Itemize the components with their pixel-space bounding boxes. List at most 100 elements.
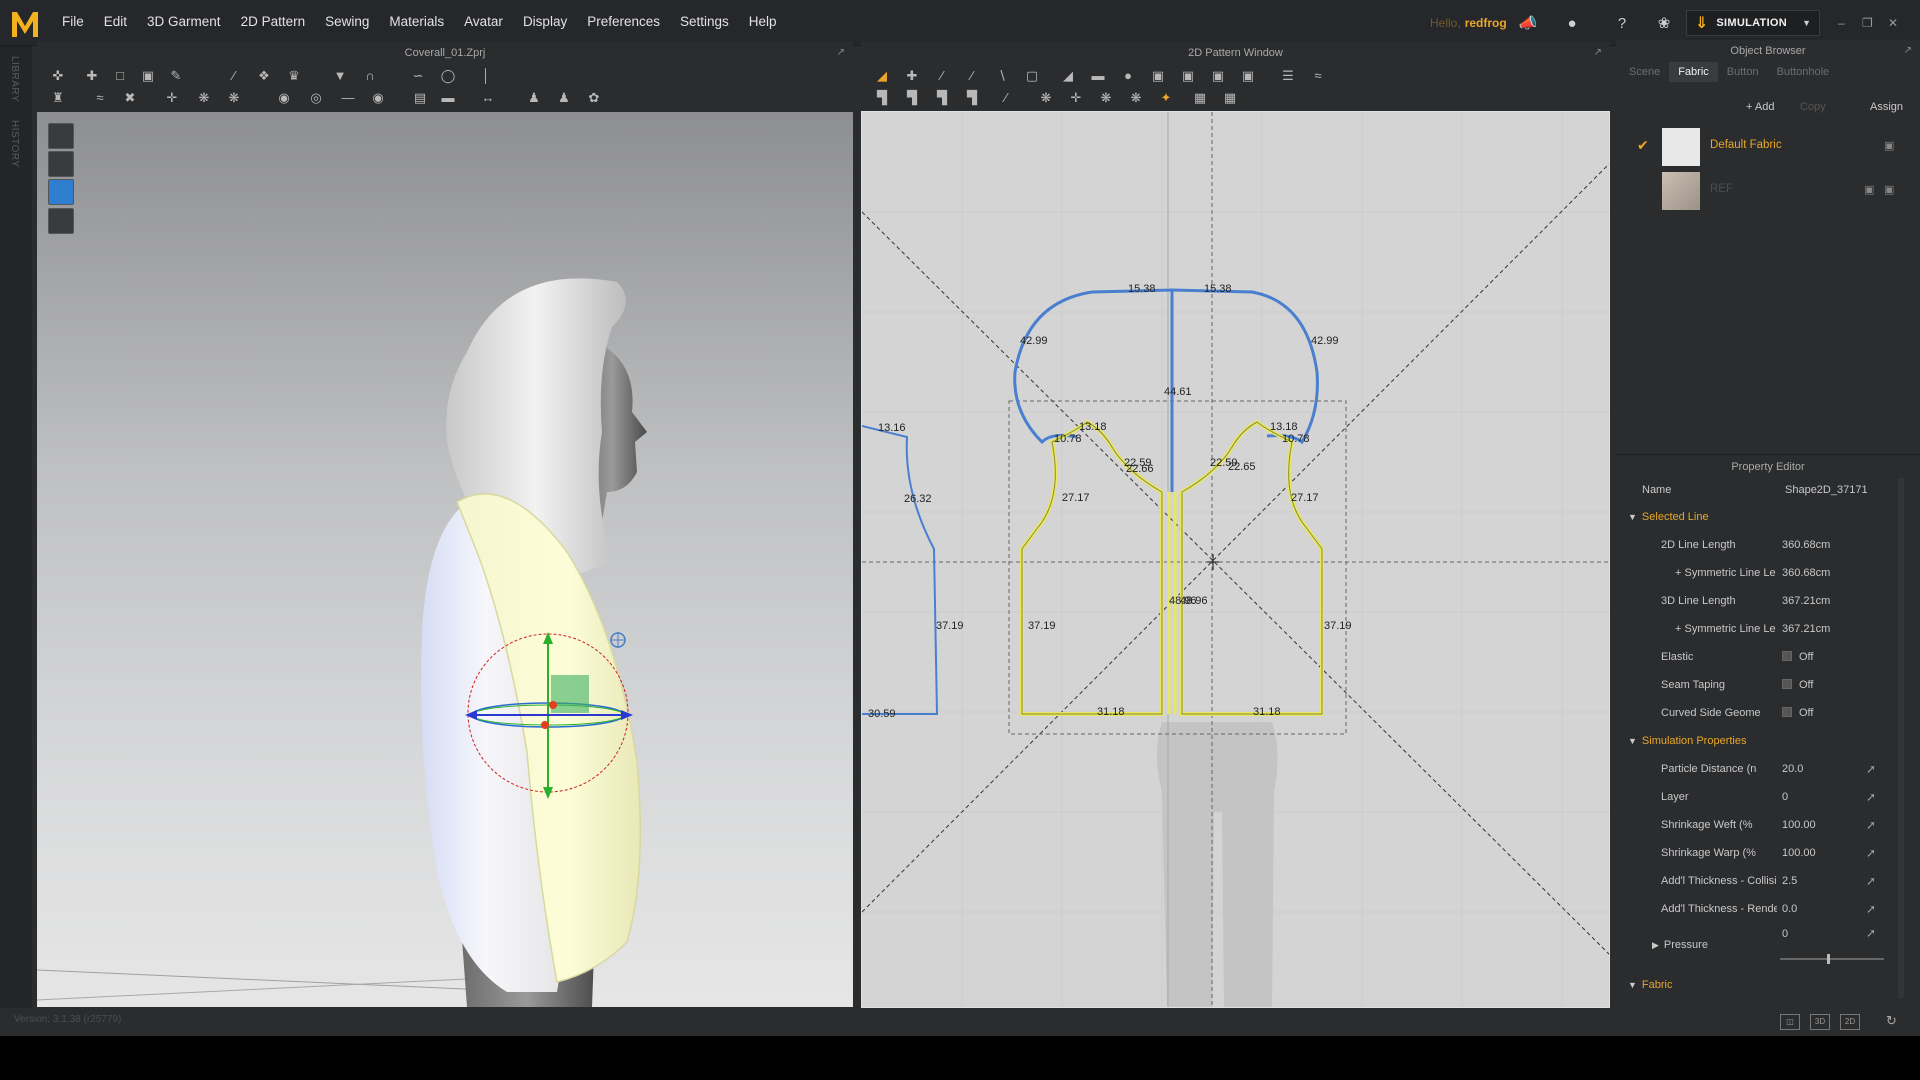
help-icon[interactable]: ? [1612, 14, 1632, 34]
tab-fabric[interactable]: Fabric [1669, 62, 1718, 82]
pressure-slider[interactable] [1780, 954, 1884, 964]
view-texture-icon[interactable] [48, 179, 74, 205]
side-tab-history[interactable]: HISTORY [9, 120, 20, 168]
drape-icon[interactable]: ▼ [329, 66, 351, 86]
ruler-icon[interactable]: │ [475, 66, 497, 86]
pressure-slider-thumb[interactable] [1826, 954, 1830, 964]
transform-pattern-icon[interactable]: ◢ [871, 66, 893, 86]
prop-value-input[interactable]: 100.00 [1782, 814, 1816, 836]
menu-2d-pattern[interactable]: 2D Pattern [241, 14, 306, 29]
menu-file[interactable]: File [62, 14, 84, 29]
curved-side-checkbox[interactable]: Off [1782, 702, 1813, 724]
avatar-edit-icon[interactable]: ✿ [583, 88, 605, 108]
layout-2d-icon[interactable]: 2D [1840, 1014, 1860, 1030]
pose-icon[interactable]: ♟ [523, 88, 545, 108]
section-selected-line[interactable]: ▼ Selected Line [1628, 506, 1709, 528]
pin-2d-icon[interactable]: ✦ [1155, 88, 1177, 108]
pin-icon[interactable]: ➚ [1866, 898, 1876, 920]
layout-3d-icon[interactable]: 3D [1810, 1014, 1830, 1030]
edit-point-icon[interactable]: ✚ [901, 66, 923, 86]
pattern-window[interactable]: 15.38 15.38 42.99 42.99 44.61 13.16 26.3… [861, 111, 1610, 1008]
pin-icon[interactable]: ➚ [1866, 922, 1876, 944]
rectangle-icon[interactable]: ▬ [1087, 66, 1109, 86]
ruler-bars-icon[interactable]: ☰ [1277, 66, 1299, 86]
save-icon[interactable]: ▣ [1884, 139, 1894, 152]
brush-icon[interactable]: ∽ [407, 66, 429, 86]
stitch-zigzag-icon[interactable]: ❋ [223, 88, 245, 108]
copy-button[interactable]: Copy [1800, 98, 1826, 116]
view-avatar-icon[interactable] [48, 123, 74, 149]
tab-button[interactable]: Button [1718, 62, 1768, 82]
prop-value-input[interactable]: 2.5 [1782, 870, 1797, 892]
add-point-icon[interactable]: ∕ [961, 66, 983, 86]
menu-preferences[interactable]: Preferences [587, 14, 660, 29]
stitch-2d-icon[interactable]: ❋ [1035, 88, 1057, 108]
prop-value-input[interactable]: 0 [1782, 786, 1788, 808]
announcement-icon[interactable]: 📣 [1518, 14, 1538, 34]
delete-icon[interactable]: ▣ [1864, 183, 1874, 196]
segment-seam-icon[interactable]: ▜ [901, 88, 923, 108]
pin-icon[interactable]: ➚ [1866, 786, 1876, 808]
button-tool-icon[interactable]: ◉ [273, 88, 295, 108]
prop-value-input[interactable]: 20.0 [1782, 758, 1803, 780]
popout-icon[interactable]: ↗ [837, 42, 845, 64]
name-value[interactable]: Shape2D_37171 [1785, 479, 1868, 501]
view-garment-icon[interactable] [48, 151, 74, 177]
popout-icon[interactable]: ↗ [1594, 42, 1602, 64]
edit-rectangle-icon[interactable]: ▢ [1021, 66, 1043, 86]
mode-selector[interactable]: ⇓ SIMULATION ▼ [1686, 10, 1820, 36]
property-scrollbar[interactable] [1898, 478, 1904, 998]
seam-taping-checkbox[interactable]: Off [1782, 674, 1813, 696]
pin-icon[interactable]: ➚ [1866, 842, 1876, 864]
menu-settings[interactable]: Settings [680, 14, 729, 29]
pin-icon[interactable]: ➚ [1866, 758, 1876, 780]
edit-curve-icon[interactable]: ∕ [223, 66, 245, 86]
viewport-3d[interactable] [37, 112, 853, 1007]
refresh-icon[interactable]: ↻ [1886, 1013, 1897, 1029]
cat-icon[interactable]: ❀ [1654, 14, 1674, 34]
prop-value-input[interactable]: 0.0 [1782, 898, 1797, 920]
menu-display[interactable]: Display [523, 14, 567, 29]
tack-icon[interactable]: ≈ [89, 88, 111, 108]
pleat-icon[interactable]: ▣ [1237, 66, 1259, 86]
prop-value-input[interactable]: 100.00 [1782, 842, 1816, 864]
pin-icon[interactable]: ➚ [1866, 870, 1876, 892]
stitch-2d-cross-icon[interactable]: ❋ [1125, 88, 1147, 108]
popout-icon[interactable]: ↗ [1904, 40, 1912, 62]
section-fabric[interactable]: ▼ Fabric [1628, 974, 1672, 996]
add-button[interactable]: + Add [1746, 98, 1774, 116]
tab-buttonhole[interactable]: Buttonhole [1768, 62, 1839, 82]
transform-icon[interactable]: ✚ [81, 66, 103, 86]
seam-allowance-icon[interactable]: ▜ [871, 88, 893, 108]
pants-icon[interactable]: ∩ [359, 66, 381, 86]
zipper-icon[interactable]: — [337, 88, 359, 108]
circle-icon[interactable]: ● [1117, 66, 1139, 86]
fabric-item-default[interactable]: ✔ Default Fabric ▣ [1632, 125, 1902, 169]
fabric-item-ref[interactable]: REF ▣ ▣ [1632, 169, 1902, 213]
fold-icon[interactable]: ❖ [253, 66, 275, 86]
minimize-icon[interactable]: – [1838, 16, 1845, 30]
stitch-2d-zigzag-icon[interactable]: ❋ [1095, 88, 1117, 108]
elastic-checkbox[interactable]: Off [1782, 646, 1813, 668]
buttonhole-icon[interactable]: ◎ [305, 88, 327, 108]
menu-edit[interactable]: Edit [104, 14, 127, 29]
avatar-scene[interactable] [37, 112, 853, 1007]
layer-icon[interactable]: ▬ [437, 88, 459, 108]
box-select-icon[interactable]: □ [109, 66, 131, 86]
restore-icon[interactable]: ❐ [1862, 16, 1873, 30]
menu-avatar[interactable]: Avatar [464, 14, 503, 29]
seam-icon[interactable]: ✛ [161, 88, 183, 108]
select-move-icon[interactable]: ✜ [47, 66, 69, 86]
view-avatar-head-icon[interactable] [48, 208, 74, 234]
arrange-icon[interactable]: ▣ [137, 66, 159, 86]
user-icon[interactable]: ● [1562, 14, 1582, 34]
shirt-icon[interactable]: ♟ [553, 88, 575, 108]
grid-icon[interactable]: ▦ [1189, 88, 1211, 108]
side-tab-library[interactable]: LIBRARY [9, 56, 20, 102]
menu-3d-garment[interactable]: 3D Garment [147, 14, 221, 29]
menu-sewing[interactable]: Sewing [325, 14, 369, 29]
edit-seam-icon[interactable]: ▜ [961, 88, 983, 108]
internal-circle-icon[interactable]: ▣ [1177, 66, 1199, 86]
curvature-icon[interactable]: ∖ [991, 66, 1013, 86]
sewing-icon[interactable]: ≈ [1307, 66, 1329, 86]
